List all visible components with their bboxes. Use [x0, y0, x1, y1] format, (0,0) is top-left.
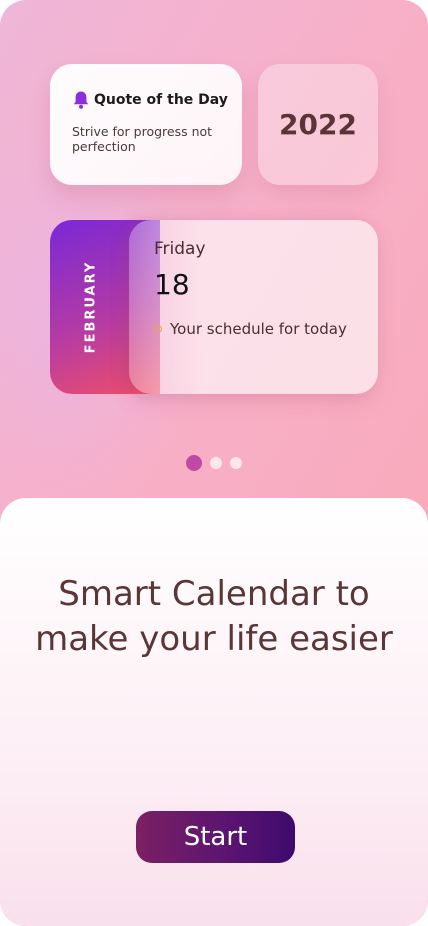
quote-title: Quote of the Day	[94, 92, 228, 108]
day-number: 18	[154, 268, 190, 301]
page-dot-active[interactable]	[186, 455, 202, 471]
page-dot[interactable]	[230, 457, 242, 469]
schedule-row[interactable]: Your schedule for today	[154, 320, 347, 338]
page-indicator	[186, 455, 250, 471]
onboarding-headline: Smart Calendar to make your life easier	[35, 574, 393, 659]
date-widget[interactable]: Friday 18 Your schedule for today	[129, 220, 378, 394]
year-text: 2022	[279, 108, 357, 141]
quote-widget[interactable]: Quote of the Day Strive for progress not…	[50, 64, 242, 185]
start-button[interactable]: Start	[136, 811, 295, 863]
month-label: FEBRUARY	[83, 260, 99, 354]
weekday-label: Friday	[154, 239, 206, 259]
onboarding-screen: Quote of the Day Strive for progress not…	[0, 0, 428, 926]
schedule-dot-icon	[154, 325, 162, 333]
page-dot[interactable]	[210, 457, 222, 469]
quote-header: Quote of the Day	[72, 90, 228, 110]
year-widget[interactable]: 2022	[258, 64, 378, 185]
bell-icon	[72, 90, 90, 110]
onboarding-panel: Smart Calendar to make your life easier …	[0, 498, 428, 926]
quote-text: Strive for progress not perfection	[72, 124, 213, 154]
schedule-label: Your schedule for today	[170, 320, 347, 338]
